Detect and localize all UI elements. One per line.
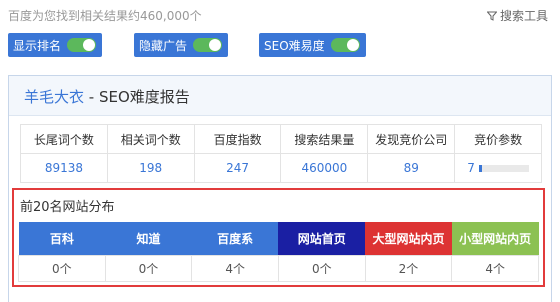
report-header: 羊毛大衣 - SEO难度报告 bbox=[9, 76, 551, 116]
stats-header-row: 长尾词个数 相关词个数 百度指数 搜索结果量 发现竞价公司 竞价参数 bbox=[20, 124, 542, 154]
top20-distribution-box: 前20名网站分布 百科 知道 百度系 网站首页 大型网站内页 小型网站内页 0个… bbox=[12, 188, 545, 287]
stats-value-text[interactable]: 247 bbox=[226, 161, 249, 175]
distribution-header-cell: 百科 bbox=[18, 222, 106, 256]
stats-header-cell: 竞价参数 bbox=[454, 124, 542, 154]
stats-value-results[interactable]: 460000 bbox=[280, 153, 369, 183]
toggle-show-ranking[interactable]: 显示排名 bbox=[8, 33, 103, 57]
toggle-seo-difficulty[interactable]: SEO难易度 bbox=[259, 33, 366, 57]
distribution-value-cell: 0个 bbox=[18, 254, 106, 283]
distribution-title: 前20名网站分布 bbox=[20, 200, 115, 215]
stats-value-text[interactable]: 89138 bbox=[45, 161, 83, 175]
distribution-header-row: 百科 知道 百度系 网站首页 大型网站内页 小型网站内页 bbox=[18, 222, 539, 256]
stats-header-cell: 百度指数 bbox=[193, 124, 282, 154]
toggle-switch[interactable] bbox=[193, 38, 223, 52]
switch-knob bbox=[83, 39, 96, 51]
stats-value-related[interactable]: 198 bbox=[106, 153, 195, 183]
stats-value-index[interactable]: 247 bbox=[193, 153, 282, 183]
stats-value-text[interactable]: 198 bbox=[139, 161, 162, 175]
stats-header-cell: 长尾词个数 bbox=[20, 124, 108, 154]
stats-value-text[interactable]: 460000 bbox=[301, 161, 347, 175]
report-title: 羊毛大衣 - SEO难度报告 bbox=[24, 86, 190, 107]
distribution-header-cell: 小型网站内页 bbox=[451, 222, 539, 256]
bid-level-bar bbox=[478, 164, 529, 172]
stats-value-text[interactable]: 7 bbox=[467, 161, 475, 175]
distribution-value-cell: 0个 bbox=[277, 254, 366, 283]
stats-value-longtail[interactable]: 89138 bbox=[20, 153, 108, 183]
search-tools-button[interactable]: 搜索工具 bbox=[486, 7, 548, 24]
stats-header-cell: 发现竞价公司 bbox=[367, 124, 456, 154]
distribution-value-cell: 4个 bbox=[451, 254, 539, 283]
search-tools-label: 搜索工具 bbox=[499, 9, 548, 23]
result-count-text: 百度为您找到相关结果约460,000个 bbox=[8, 9, 202, 23]
toggle-hide-ads[interactable]: 隐藏广告 bbox=[134, 33, 229, 57]
toggle-label: 隐藏广告 bbox=[139, 38, 188, 53]
distribution-value-cell: 4个 bbox=[191, 254, 279, 283]
bid-param-wrap: 7 bbox=[467, 161, 529, 175]
stats-value-bid-companies[interactable]: 89 bbox=[367, 153, 456, 183]
stats-value-bid-param: 7 bbox=[454, 153, 542, 183]
stats-value-row: 89138 198 247 460000 89 7 bbox=[20, 153, 542, 183]
toggle-label: 显示排名 bbox=[13, 38, 62, 53]
distribution-header-cell: 网站首页 bbox=[278, 222, 366, 256]
toggle-switch[interactable] bbox=[67, 38, 97, 52]
distribution-header-cell: 百度系 bbox=[191, 222, 279, 256]
stats-value-text[interactable]: 89 bbox=[404, 161, 419, 175]
result-stats-bar: 百度为您找到相关结果约460,000个 搜索工具 bbox=[0, 0, 560, 30]
distribution-value-cell: 2个 bbox=[364, 254, 453, 283]
toggle-label: SEO难易度 bbox=[264, 38, 325, 53]
funnel-icon bbox=[486, 11, 497, 21]
switch-knob bbox=[209, 39, 222, 51]
seo-report-panel: 羊毛大衣 - SEO难度报告 长尾词个数 相关词个数 百度指数 搜索结果量 发现… bbox=[8, 75, 552, 302]
toggle-switch[interactable] bbox=[330, 38, 360, 52]
stats-table: 长尾词个数 相关词个数 百度指数 搜索结果量 发现竞价公司 竞价参数 89138… bbox=[20, 124, 542, 183]
distribution-value-cell: 0个 bbox=[104, 254, 193, 283]
distribution-value-row: 0个 0个 4个 0个 2个 4个 bbox=[18, 254, 539, 283]
bid-level-fill bbox=[478, 164, 483, 172]
stats-header-cell: 搜索结果量 bbox=[280, 124, 369, 154]
report-keyword[interactable]: 羊毛大衣 bbox=[24, 88, 84, 106]
distribution-header-cell: 知道 bbox=[105, 222, 192, 256]
switch-knob bbox=[346, 39, 359, 51]
report-title-suffix: - SEO难度报告 bbox=[84, 88, 190, 106]
distribution-header-cell: 大型网站内页 bbox=[365, 222, 452, 256]
distribution-table: 百科 知道 百度系 网站首页 大型网站内页 小型网站内页 0个 0个 4个 0个… bbox=[18, 222, 539, 283]
stats-header-cell: 相关词个数 bbox=[106, 124, 195, 154]
toggle-bar: 显示排名 隐藏广告 SEO难易度 bbox=[0, 33, 560, 59]
